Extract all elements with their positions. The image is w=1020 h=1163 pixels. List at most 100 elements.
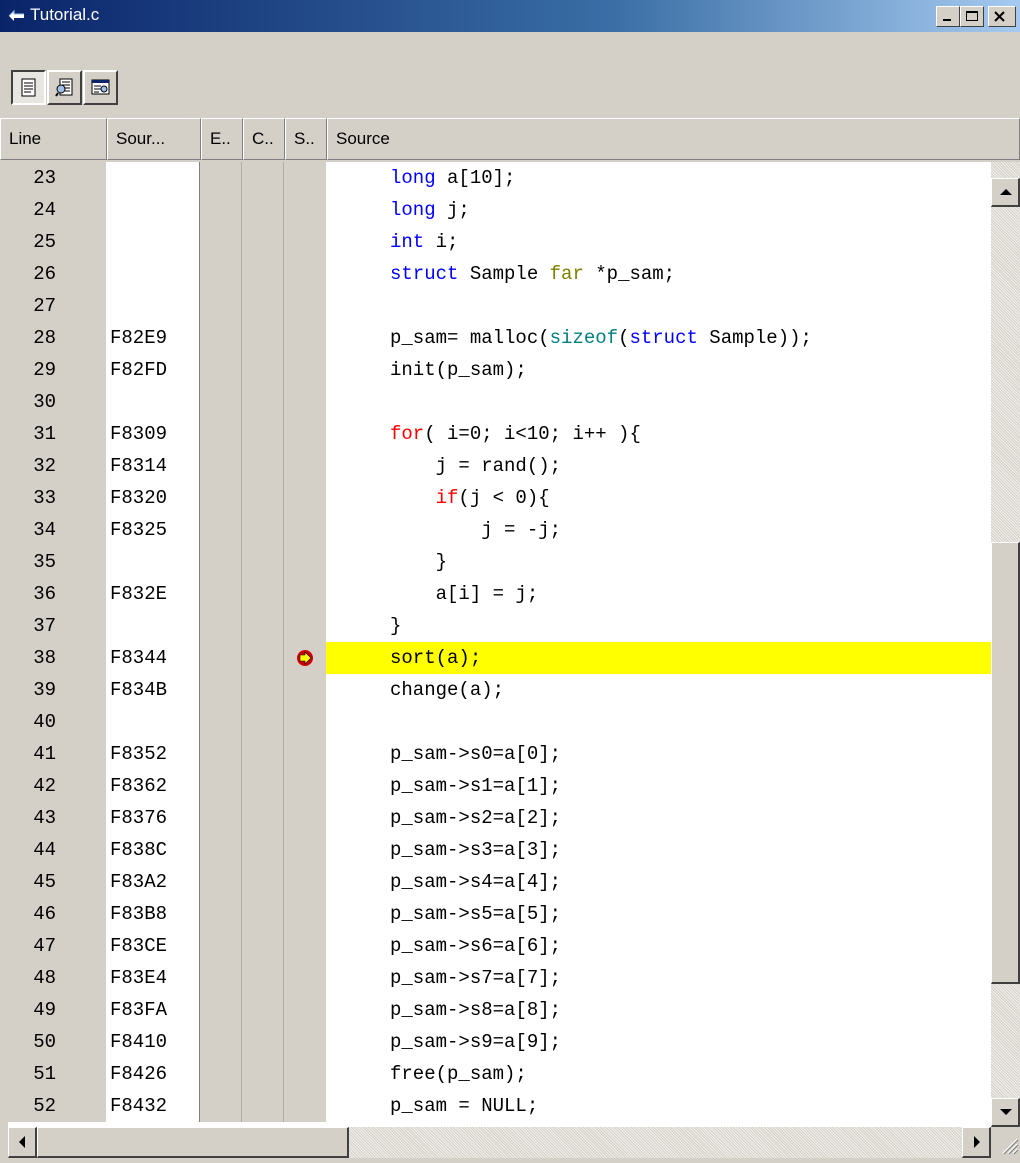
code-row[interactable]: 44 F838C p_sam->s3=a[3]; — [8, 834, 991, 866]
horizontal-scroll-thumb[interactable] — [37, 1127, 349, 1158]
column-header-s[interactable]: S.. — [285, 118, 327, 160]
event-cell[interactable] — [200, 674, 242, 706]
coverage-cell[interactable] — [242, 898, 284, 930]
event-cell[interactable] — [200, 642, 242, 674]
event-cell[interactable] — [200, 322, 242, 354]
code-row[interactable]: 24 long j; — [8, 194, 991, 226]
code-row[interactable]: 30 — [8, 386, 991, 418]
status-cell[interactable] — [284, 546, 326, 578]
column-header-line[interactable]: Line — [0, 118, 107, 160]
source-code[interactable]: struct Sample far *p_sam; — [326, 258, 991, 290]
code-row[interactable]: 25 int i; — [8, 226, 991, 258]
event-cell[interactable] — [200, 930, 242, 962]
source-grid[interactable]: 23 long a[10]; 24 long j; 25 int i; 26 struct S… — [8, 162, 991, 1132]
column-header-e[interactable]: E.. — [201, 118, 243, 160]
horizontal-scrollbar[interactable] — [8, 1127, 991, 1158]
code-row[interactable]: 29 F82FD init(p_sam); — [8, 354, 991, 386]
coverage-cell[interactable] — [242, 322, 284, 354]
status-cell[interactable] — [284, 770, 326, 802]
source-code[interactable]: long j; — [326, 194, 991, 226]
event-cell[interactable] — [200, 994, 242, 1026]
code-row[interactable]: 34 F8325 j = -j; — [8, 514, 991, 546]
source-code[interactable]: } — [326, 610, 991, 642]
coverage-cell[interactable] — [242, 354, 284, 386]
event-cell[interactable] — [200, 194, 242, 226]
source-code[interactable]: long a[10]; — [326, 162, 991, 194]
event-cell[interactable] — [200, 1026, 242, 1058]
source-code[interactable]: p_sam->s6=a[6]; — [326, 930, 991, 962]
coverage-cell[interactable] — [242, 386, 284, 418]
coverage-cell[interactable] — [242, 578, 284, 610]
code-row[interactable]: 49 F83FA p_sam->s8=a[8]; — [8, 994, 991, 1026]
coverage-cell[interactable] — [242, 802, 284, 834]
source-view-button[interactable] — [11, 70, 46, 105]
code-row[interactable]: 43 F8376 p_sam->s2=a[2]; — [8, 802, 991, 834]
coverage-cell[interactable] — [242, 770, 284, 802]
event-cell[interactable] — [200, 226, 242, 258]
status-cell[interactable] — [284, 738, 326, 770]
code-row[interactable]: 40 — [8, 706, 991, 738]
source-code[interactable]: j = -j; — [326, 514, 991, 546]
coverage-cell[interactable] — [242, 834, 284, 866]
source-code[interactable]: p_sam->s3=a[3]; — [326, 834, 991, 866]
coverage-cell[interactable] — [242, 1026, 284, 1058]
scroll-left-button[interactable] — [8, 1127, 37, 1158]
status-cell[interactable] — [284, 1090, 326, 1122]
code-row[interactable]: 48 F83E4 p_sam->s7=a[7]; — [8, 962, 991, 994]
event-cell[interactable] — [200, 802, 242, 834]
event-cell[interactable] — [200, 962, 242, 994]
code-row[interactable]: 50 F8410 p_sam->s9=a[9]; — [8, 1026, 991, 1058]
code-row[interactable]: 37} — [8, 610, 991, 642]
source-code[interactable]: change(a); — [326, 674, 991, 706]
event-cell[interactable] — [200, 450, 242, 482]
status-cell[interactable] — [284, 962, 326, 994]
code-row[interactable]: 31 F8309 for( i=0; i<10; i++ ){ — [8, 418, 991, 450]
source-code[interactable]: int i; — [326, 226, 991, 258]
status-cell[interactable] — [284, 1058, 326, 1090]
code-row[interactable]: 32 F8314 j = rand(); — [8, 450, 991, 482]
source-code[interactable] — [326, 290, 991, 322]
code-row[interactable]: 27 — [8, 290, 991, 322]
event-cell[interactable] — [200, 418, 242, 450]
code-row[interactable]: 42 F8362 p_sam->s1=a[1]; — [8, 770, 991, 802]
coverage-cell[interactable] — [242, 866, 284, 898]
size-grip[interactable] — [991, 1127, 1020, 1158]
event-cell[interactable] — [200, 834, 242, 866]
source-code[interactable]: sort(a); — [326, 642, 991, 674]
code-row[interactable]: 23 long a[10]; — [8, 162, 991, 194]
coverage-cell[interactable] — [242, 226, 284, 258]
code-row[interactable]: 45 F83A2 p_sam->s4=a[4]; — [8, 866, 991, 898]
event-cell[interactable] — [200, 258, 242, 290]
source-code[interactable]: p_sam->s7=a[7]; — [326, 962, 991, 994]
status-cell[interactable] — [284, 258, 326, 290]
code-row[interactable]: 52 F8432 p_sam = NULL; — [8, 1090, 991, 1122]
code-row[interactable]: 28 F82E9 p_sam= malloc(sizeof(struct Sampl… — [8, 322, 991, 354]
code-row[interactable]: 36 F832E a[i] = j; — [8, 578, 991, 610]
minimize-button[interactable] — [936, 6, 960, 27]
mixed-view-button[interactable] — [47, 70, 82, 105]
event-cell[interactable] — [200, 386, 242, 418]
source-code[interactable]: p_sam->s4=a[4]; — [326, 866, 991, 898]
source-code[interactable]: p_sam->s5=a[5]; — [326, 898, 991, 930]
source-code[interactable]: p_sam->s2=a[2]; — [326, 802, 991, 834]
coverage-cell[interactable] — [242, 1090, 284, 1122]
status-cell[interactable] — [284, 194, 326, 226]
status-cell[interactable] — [284, 994, 326, 1026]
status-cell[interactable] — [284, 674, 326, 706]
source-code[interactable]: p_sam->s9=a[9]; — [326, 1026, 991, 1058]
maximize-button[interactable] — [960, 6, 984, 27]
event-cell[interactable] — [200, 898, 242, 930]
status-cell[interactable] — [284, 642, 326, 674]
event-cell[interactable] — [200, 706, 242, 738]
code-row[interactable]: 33 F8320 if(j < 0){ — [8, 482, 991, 514]
source-code[interactable]: p_sam= malloc(sizeof(struct Sample)); — [326, 322, 991, 354]
event-cell[interactable] — [200, 162, 242, 194]
source-code[interactable]: p_sam = NULL; — [326, 1090, 991, 1122]
coverage-cell[interactable] — [242, 418, 284, 450]
title-bar[interactable]: Tutorial.c — [0, 0, 1020, 32]
event-cell[interactable] — [200, 738, 242, 770]
source-code[interactable] — [326, 386, 991, 418]
coverage-cell[interactable] — [242, 450, 284, 482]
coverage-cell[interactable] — [242, 290, 284, 322]
source-code[interactable]: } — [326, 546, 991, 578]
